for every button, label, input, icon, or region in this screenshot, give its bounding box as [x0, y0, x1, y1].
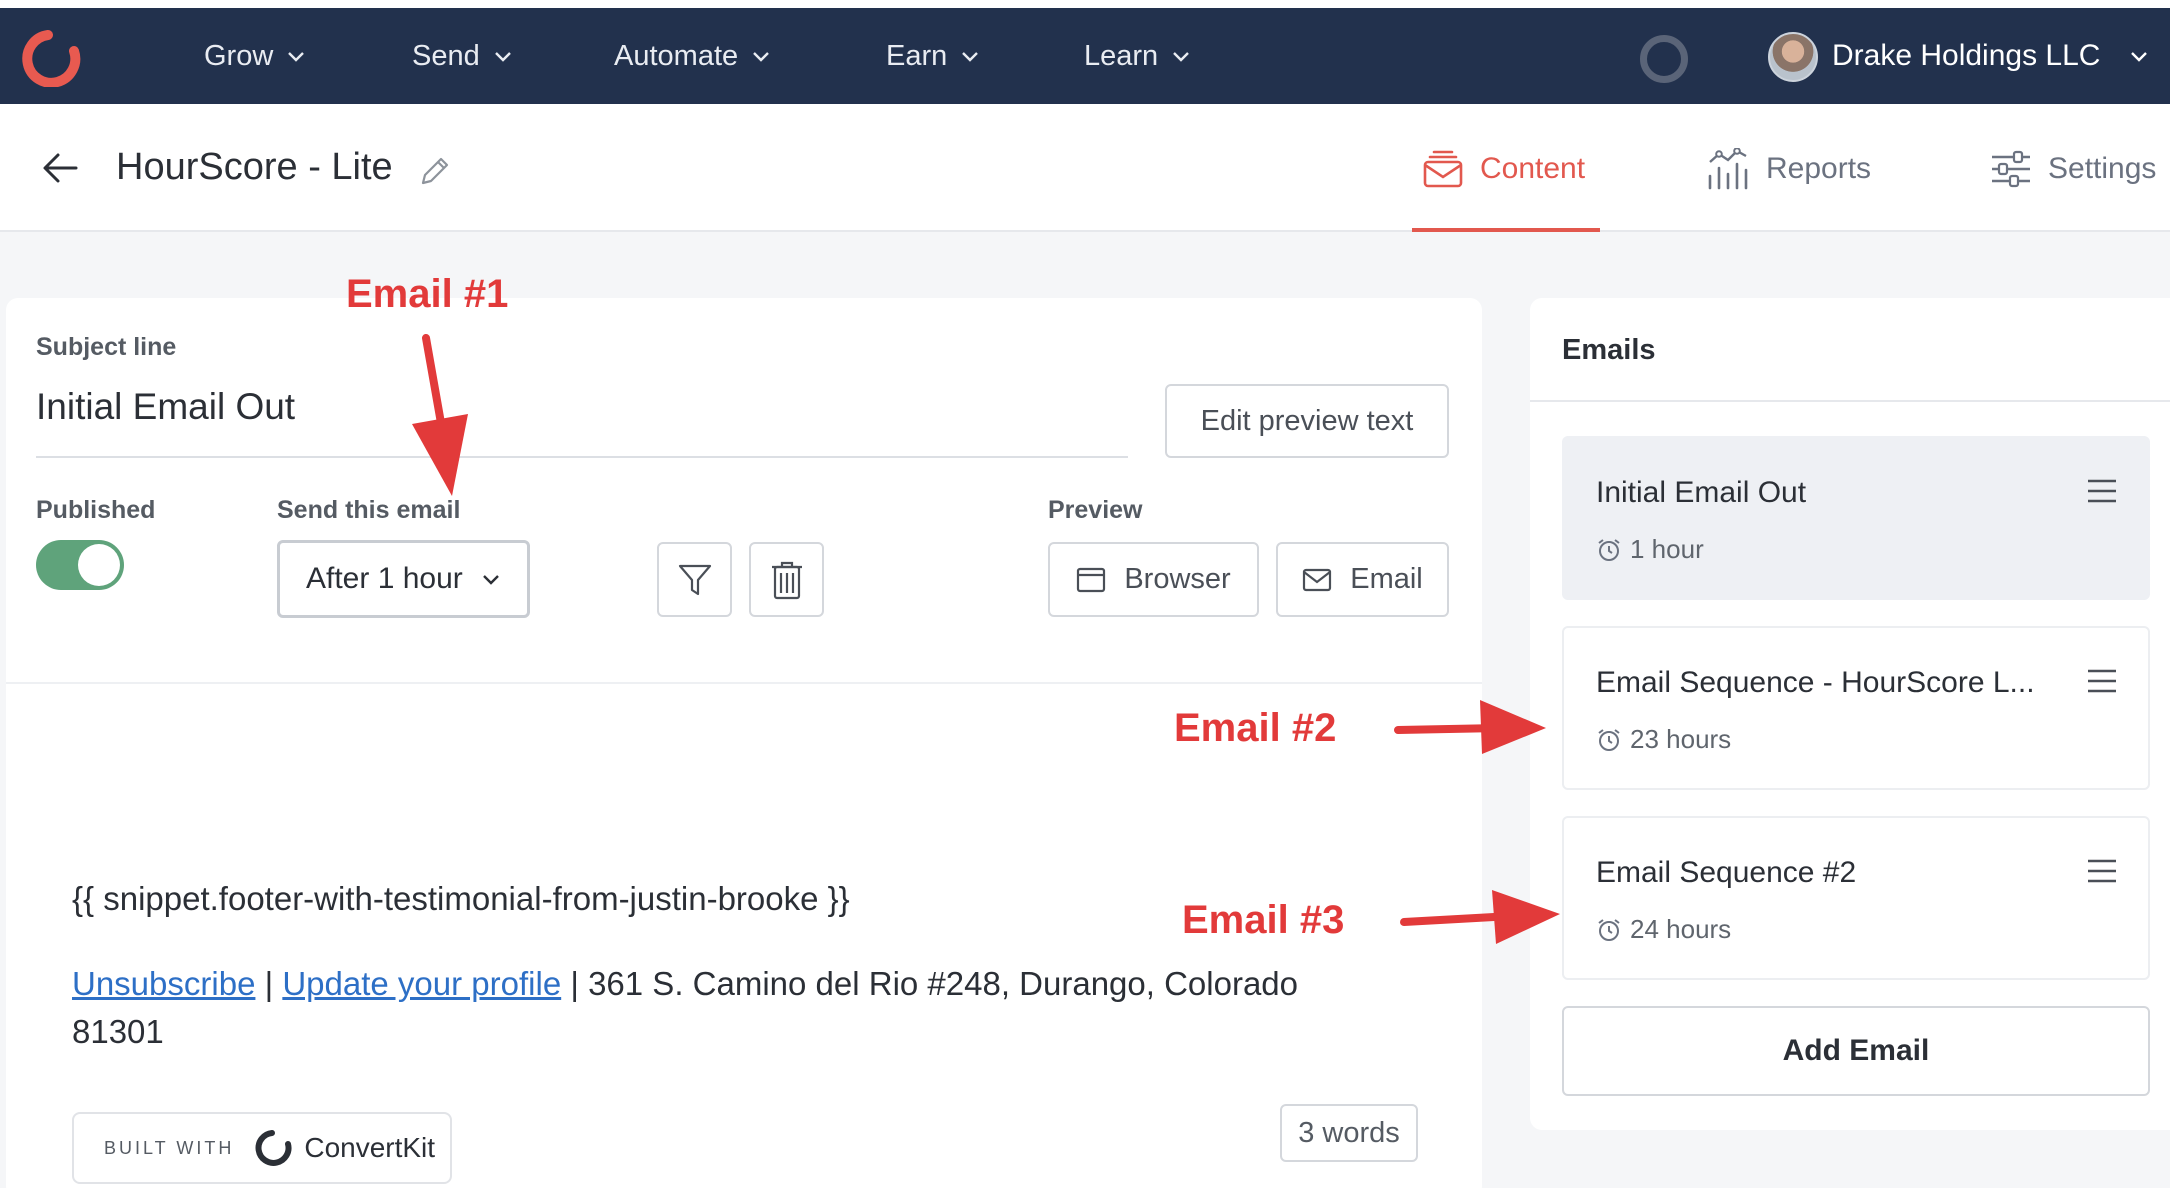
annotation-arrow-icon	[1400, 890, 1560, 944]
annotation-arrow-icon	[412, 334, 468, 496]
annotation-arrow-icon	[1394, 700, 1546, 754]
annotation-arrows	[412, 334, 1560, 944]
